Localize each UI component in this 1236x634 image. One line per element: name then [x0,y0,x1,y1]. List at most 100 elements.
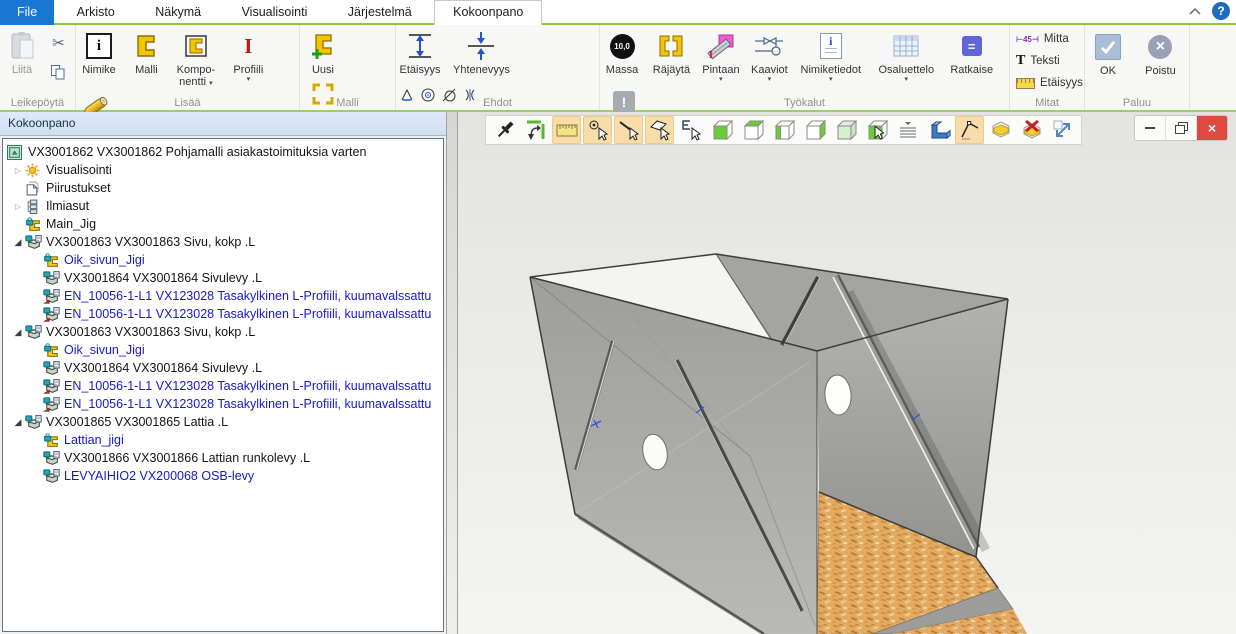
features-icon [25,199,42,213]
pintaan-button[interactable]: I Pintaan ▾ [699,28,743,84]
tree-item-ilmiasut[interactable]: ▷ Ilmiasut [3,197,443,215]
group-label-tyokalut: Työkalut [600,97,1009,109]
tree-item-jig[interactable]: Oik_sivun_Jigi [3,341,443,359]
part-icon [43,361,60,375]
tree-item-part[interactable]: VX3001866 VX3001866 Lattian runkolevy .L [3,449,443,467]
3d-viewport[interactable]: × [458,112,1236,634]
tree-item-profile[interactable]: EN_10056-1-L1 VX123028 Tasakylkinen L-Pr… [3,287,443,305]
nimike-button[interactable]: i Nimike [76,28,122,76]
malli-button[interactable]: Malli [126,28,166,76]
mitta-button[interactable]: ⊢45⊣ Mitta [1010,28,1084,50]
ok-button[interactable]: OK [1085,33,1131,77]
tree-item-part[interactable]: LEVYAIHIO2 VX200068 OSB-levy [3,467,443,485]
ruler-icon[interactable] [552,116,581,144]
tab-visualisointi[interactable]: Visualisointi [224,0,326,25]
cut-button[interactable]: ✂ [46,32,70,54]
nimiketiedot-button[interactable]: i Nimiketiedot ▾ [796,28,866,84]
group-clipboard: Liitä ✂ Leikepöytä [0,25,76,110]
copy-button[interactable] [46,64,70,86]
select-point-icon[interactable] [583,116,612,144]
tree-item-profile[interactable]: EN_10056-1-L1 VX123028 Tasakylkinen L-Pr… [3,305,443,323]
cube-right-face-icon[interactable] [800,116,829,144]
profile-beam-icon[interactable] [924,116,953,144]
profiili-button[interactable]: I Profiili ▾ [225,28,271,84]
group-label-malli: Malli [300,97,395,109]
cube-front-face-icon[interactable] [707,116,736,144]
jig-icon [43,253,60,267]
teksti-button[interactable]: T Teksti [1010,50,1084,72]
collapse-ribbon-icon[interactable] [1188,7,1202,16]
tab-nakyma[interactable]: Näkymä [137,0,219,25]
jig-icon [43,433,60,447]
group-label-ehdot: Ehdot [396,97,599,109]
select-profile-icon[interactable] [676,116,705,144]
poistu-button[interactable]: × Poistu [1135,33,1185,77]
close-icon: × [1208,120,1216,136]
kaaviot-button[interactable]: Kaaviot ▾ [747,28,791,84]
tab-kokoonpano[interactable]: Kokoonpano [434,0,542,25]
select-edge-icon[interactable] [614,116,643,144]
tree-item-profile[interactable]: EN_10056-1-L1 VX123028 Tasakylkinen L-Pr… [3,377,443,395]
expander-open-icon[interactable]: ◢ [11,417,25,428]
copy-icon [50,64,66,86]
tree-item-jig[interactable]: Lattian_jigi [3,431,443,449]
cube-left-face-icon[interactable] [769,116,798,144]
expander-closed-icon[interactable]: ▷ [11,202,25,211]
tree-item-profile[interactable]: EN_10056-1-L1 VX123028 Tasakylkinen L-Pr… [3,395,443,413]
sub-assembly-icon [25,415,42,429]
tree-item-piirustukset[interactable]: Piirustukset [3,179,443,197]
expander-open-icon[interactable]: ◢ [11,327,25,338]
ibeam-profile-icon: I [244,28,252,64]
tree-item-assembly[interactable]: ◢ VX3001863 VX3001863 Sivu, kokp .L [3,323,443,341]
tree-item-assembly[interactable]: ◢ VX3001863 VX3001863 Sivu, kokp .L [3,233,443,251]
tree-item-visualisointi[interactable]: ▷ Visualisointi [3,161,443,179]
etaisyys-mitta-button[interactable]: Etäisyys [1010,72,1084,94]
minimize-icon [1145,127,1155,129]
group-label-paluu: Paluu [1085,97,1189,109]
select-face-icon[interactable] [645,116,674,144]
sketch-profile-icon[interactable] [955,116,984,144]
tree-item-jig[interactable]: Oik_sivun_Jigi [3,251,443,269]
restore-icon [1175,122,1188,134]
tree-item-assembly[interactable]: ◢ VX3001865 VX3001865 Lattia .L [3,413,443,431]
ratkaise-button[interactable]: = Ratkaise [947,28,997,76]
assembly-tree[interactable]: VX3001862 VX3001862 Pohjamalli asiakasto… [2,138,444,632]
close-button[interactable]: × [1196,116,1227,140]
fill-box-icon[interactable] [986,116,1015,144]
tree-item-main-jig[interactable]: Main_Jig [3,215,443,233]
group-malli: Uusi Sarja Malli [300,25,396,110]
etaisyys-button[interactable]: Etäisyys [396,28,444,76]
svg-text:I: I [709,50,713,60]
expand-view-icon[interactable] [1048,116,1077,144]
display-list-icon[interactable] [893,116,922,144]
tab-arkisto[interactable]: Arkisto [59,0,133,25]
paste-button[interactable]: Liitä [2,28,42,76]
uusi-button[interactable]: Uusi [300,28,346,76]
delete-box-icon[interactable] [1017,116,1046,144]
panel-splitter[interactable] [446,112,458,634]
cube-top-face-icon[interactable] [738,116,767,144]
restore-button[interactable] [1165,116,1196,140]
expander-open-icon[interactable]: ◢ [11,237,25,248]
expander-closed-icon[interactable]: ▷ [11,166,25,175]
tree-item-part[interactable]: VX3001864 VX3001864 Sivulevy .L [3,269,443,287]
help-icon[interactable]: ? [1212,2,1230,20]
tree-item-root[interactable]: VX3001862 VX3001862 Pohjamalli asiakasto… [3,143,443,161]
yhtenevyys-button[interactable]: Yhtenevyys [448,28,514,76]
massa-button[interactable]: 10,0 Massa [600,28,644,76]
osaluettelo-button[interactable]: Osaluettelo ▾ [870,28,942,84]
channel-profile-icon [133,28,159,64]
group-ehdot: Etäisyys Yhtenevyys Ehdot [396,25,600,110]
tab-file[interactable]: File [0,0,54,25]
jig-icon [25,217,42,231]
komponentti-button[interactable]: Kompo- nentti ▾ [171,28,221,88]
cube-shaded-icon[interactable] [831,116,860,144]
minimize-button[interactable] [1135,116,1165,140]
tab-jarjestelma[interactable]: Järjestelmä [330,0,430,25]
paste-icon [8,28,36,64]
tree-item-part[interactable]: VX3001864 VX3001864 Sivulevy .L [3,359,443,377]
dimension-direction-icon[interactable] [521,116,550,144]
rajayta-button[interactable]: Räjäytä [648,28,694,76]
cube-select-icon[interactable] [862,116,891,144]
pin-icon[interactable] [490,116,519,144]
